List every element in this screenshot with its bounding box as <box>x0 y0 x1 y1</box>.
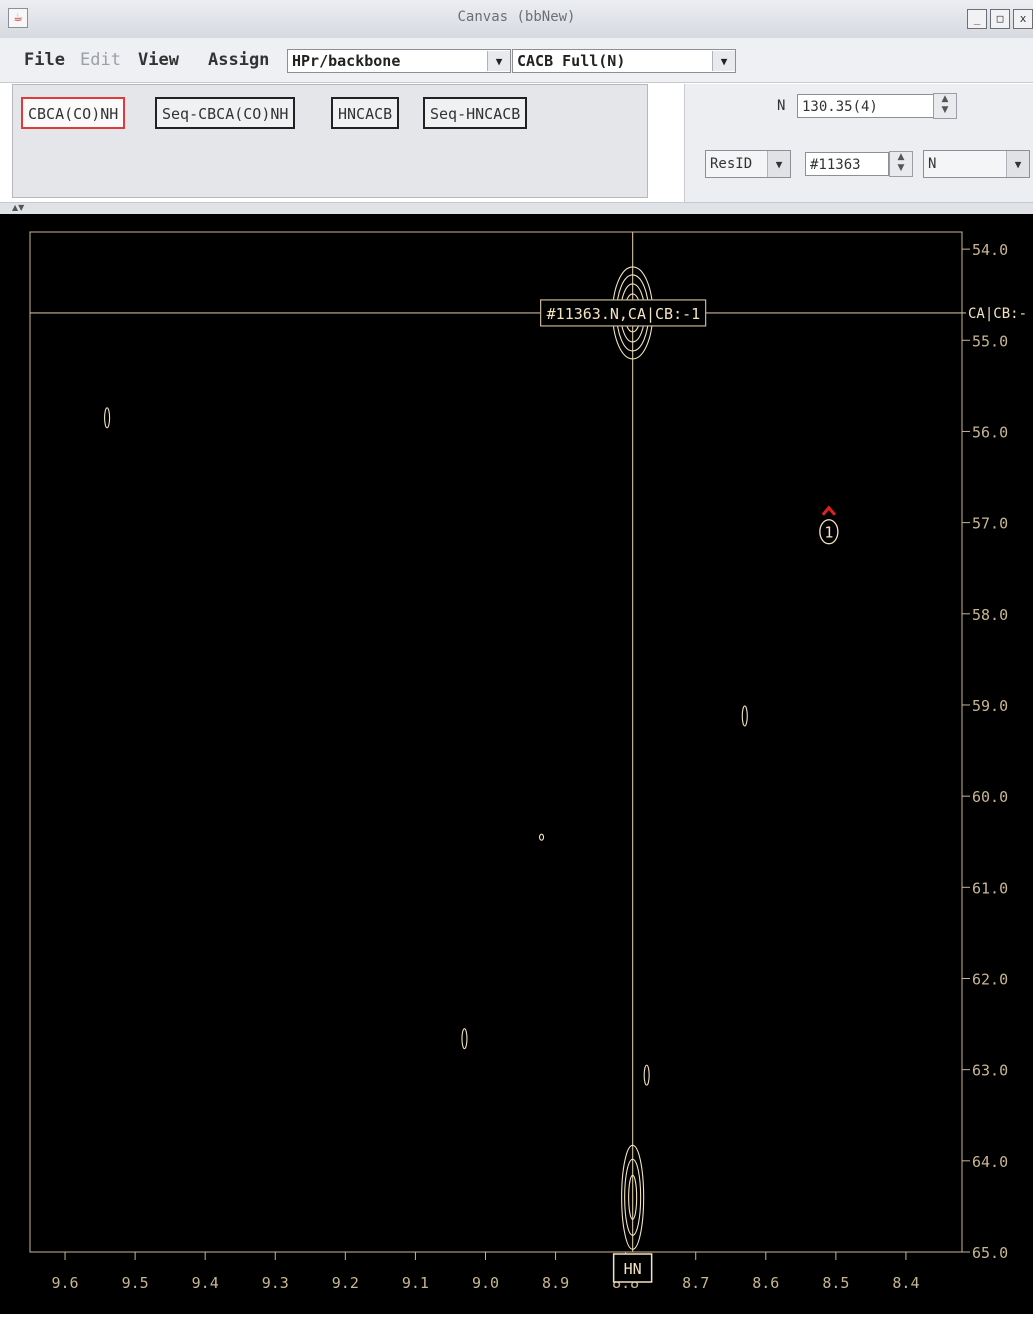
chevron-down-icon: ▼ <box>1006 151 1029 177</box>
mode-combo[interactable]: CACB Full(N) ▼ <box>512 49 736 73</box>
minimize-button[interactable]: _ <box>967 9 987 29</box>
navigation-panel: N 130.35(4) ▲ ▼ ResID ▼ #11363 ▲ ▼ N ▼ <box>684 84 1033 202</box>
right-cursor-label: CA|CB:- <box>968 306 1027 322</box>
x-tick-label: 8.7 <box>682 1274 709 1292</box>
y-tick-label: 58.0 <box>972 606 1008 624</box>
collapse-arrows-icon[interactable]: ▲▼ <box>12 203 24 213</box>
peak-contour <box>538 833 545 841</box>
chevron-down-icon: ▼ <box>712 51 735 71</box>
y-tick-label: 62.0 <box>972 970 1008 988</box>
project-combo[interactable]: HPr/backbone ▼ <box>287 49 511 73</box>
x-tick-label: 8.9 <box>542 1274 569 1292</box>
chevron-down-icon: ▼ <box>487 51 510 71</box>
spectrum-canvas[interactable]: 9.6 9.5 9.4 9.3 9.2 9.1 9.0 8.9 8.8 8.7 8.6 8.5 8.4 5… <box>0 214 1033 1314</box>
y-tick-label: 54.0 <box>972 241 1008 259</box>
mode-combo-value: CACB Full(N) <box>517 52 626 70</box>
x-tick-label: 9.3 <box>262 1274 289 1292</box>
y-tick-label: 55.0 <box>972 332 1008 350</box>
maximize-button[interactable]: □ <box>990 9 1010 29</box>
atom-combo-value: N <box>928 156 937 172</box>
x-tick-label: 9.1 <box>402 1274 429 1292</box>
y-tick-label: 64.0 <box>972 1153 1008 1171</box>
x-tick-label: 9.2 <box>332 1274 359 1292</box>
project-combo-value: HPr/backbone <box>292 52 401 70</box>
spectrum-svg[interactable]: 9.6 9.5 9.4 9.3 9.2 9.1 9.0 8.9 8.8 8.7 8.6 8.5 8.45… <box>0 214 1033 1314</box>
resid-field[interactable]: #11363 <box>805 152 889 176</box>
menu-edit[interactable]: Edit <box>80 50 121 70</box>
menu-assign[interactable]: Assign <box>208 50 269 70</box>
close-button[interactable]: x <box>1013 9 1033 29</box>
window-title: Canvas (bbNew) <box>457 9 576 25</box>
y-tick-label: 57.0 <box>972 515 1008 533</box>
x-tick-label: 9.6 <box>51 1274 78 1292</box>
resid-spinner[interactable]: ▲ ▼ <box>889 151 913 177</box>
menu-bar: File Edit View Assign HPr/backbone ▼ CAC… <box>0 38 1033 83</box>
toggle-hncacb[interactable]: HNCACB <box>331 97 400 129</box>
x-tick-label: 8.5 <box>822 1274 849 1292</box>
x-tick-label: 9.5 <box>122 1274 149 1292</box>
menu-view[interactable]: View <box>138 50 179 70</box>
y-tick-label: 65.0 <box>972 1244 1008 1262</box>
atom-combo[interactable]: N ▼ <box>923 150 1030 178</box>
toggle-seq-cbca-co-nh[interactable]: Seq-CBCA(CO)NH <box>155 97 296 129</box>
crosshair-label: #11363.N,CA|CB:-1 <box>547 305 701 323</box>
y-tick-label: 60.0 <box>972 788 1008 806</box>
y-tick-label: 61.0 <box>972 879 1008 897</box>
n-spinner[interactable]: ▲ ▼ <box>933 93 957 119</box>
peak-contour <box>104 407 111 429</box>
chevron-down-icon: ▼ <box>767 151 790 177</box>
peak-marker-caret <box>821 505 836 516</box>
peak-contour <box>461 1028 468 1050</box>
toggle-cbca-co-nh[interactable]: CBCA(CO)NH <box>21 97 126 129</box>
resid-combo-value: ResID <box>710 156 753 172</box>
n-shift-field[interactable]: 130.35(4) <box>797 94 935 118</box>
x-tick-label: 9.0 <box>472 1274 499 1292</box>
spectrum-toolbar: CBCA(CO)NH Seq-CBCA(CO)NH HNCACB Seq-HNC… <box>12 84 648 198</box>
n-label: N <box>777 98 786 114</box>
peak-marker-label: 1 <box>824 524 833 542</box>
menu-file[interactable]: File <box>24 50 65 70</box>
x-tick-label: 9.4 <box>192 1274 219 1292</box>
y-tick-label: 59.0 <box>972 697 1008 715</box>
peak-contour <box>741 705 748 727</box>
x-tick-label: 8.4 <box>892 1274 919 1292</box>
x-tick-label: 8.6 <box>752 1274 779 1292</box>
y-tick-label: 56.0 <box>972 423 1008 441</box>
plot-frame <box>29 231 963 1253</box>
x-axis-label: HN <box>624 1260 642 1278</box>
y-tick-label: 63.0 <box>972 1062 1008 1080</box>
window-controls: _ □ x <box>967 9 1033 29</box>
title-bar: ☕ Canvas (bbNew) _ □ x <box>0 0 1033 39</box>
resid-combo[interactable]: ResID ▼ <box>705 150 791 178</box>
peak-contour <box>643 1064 650 1086</box>
toggle-seq-hncacb[interactable]: Seq-HNCACB <box>423 97 528 129</box>
